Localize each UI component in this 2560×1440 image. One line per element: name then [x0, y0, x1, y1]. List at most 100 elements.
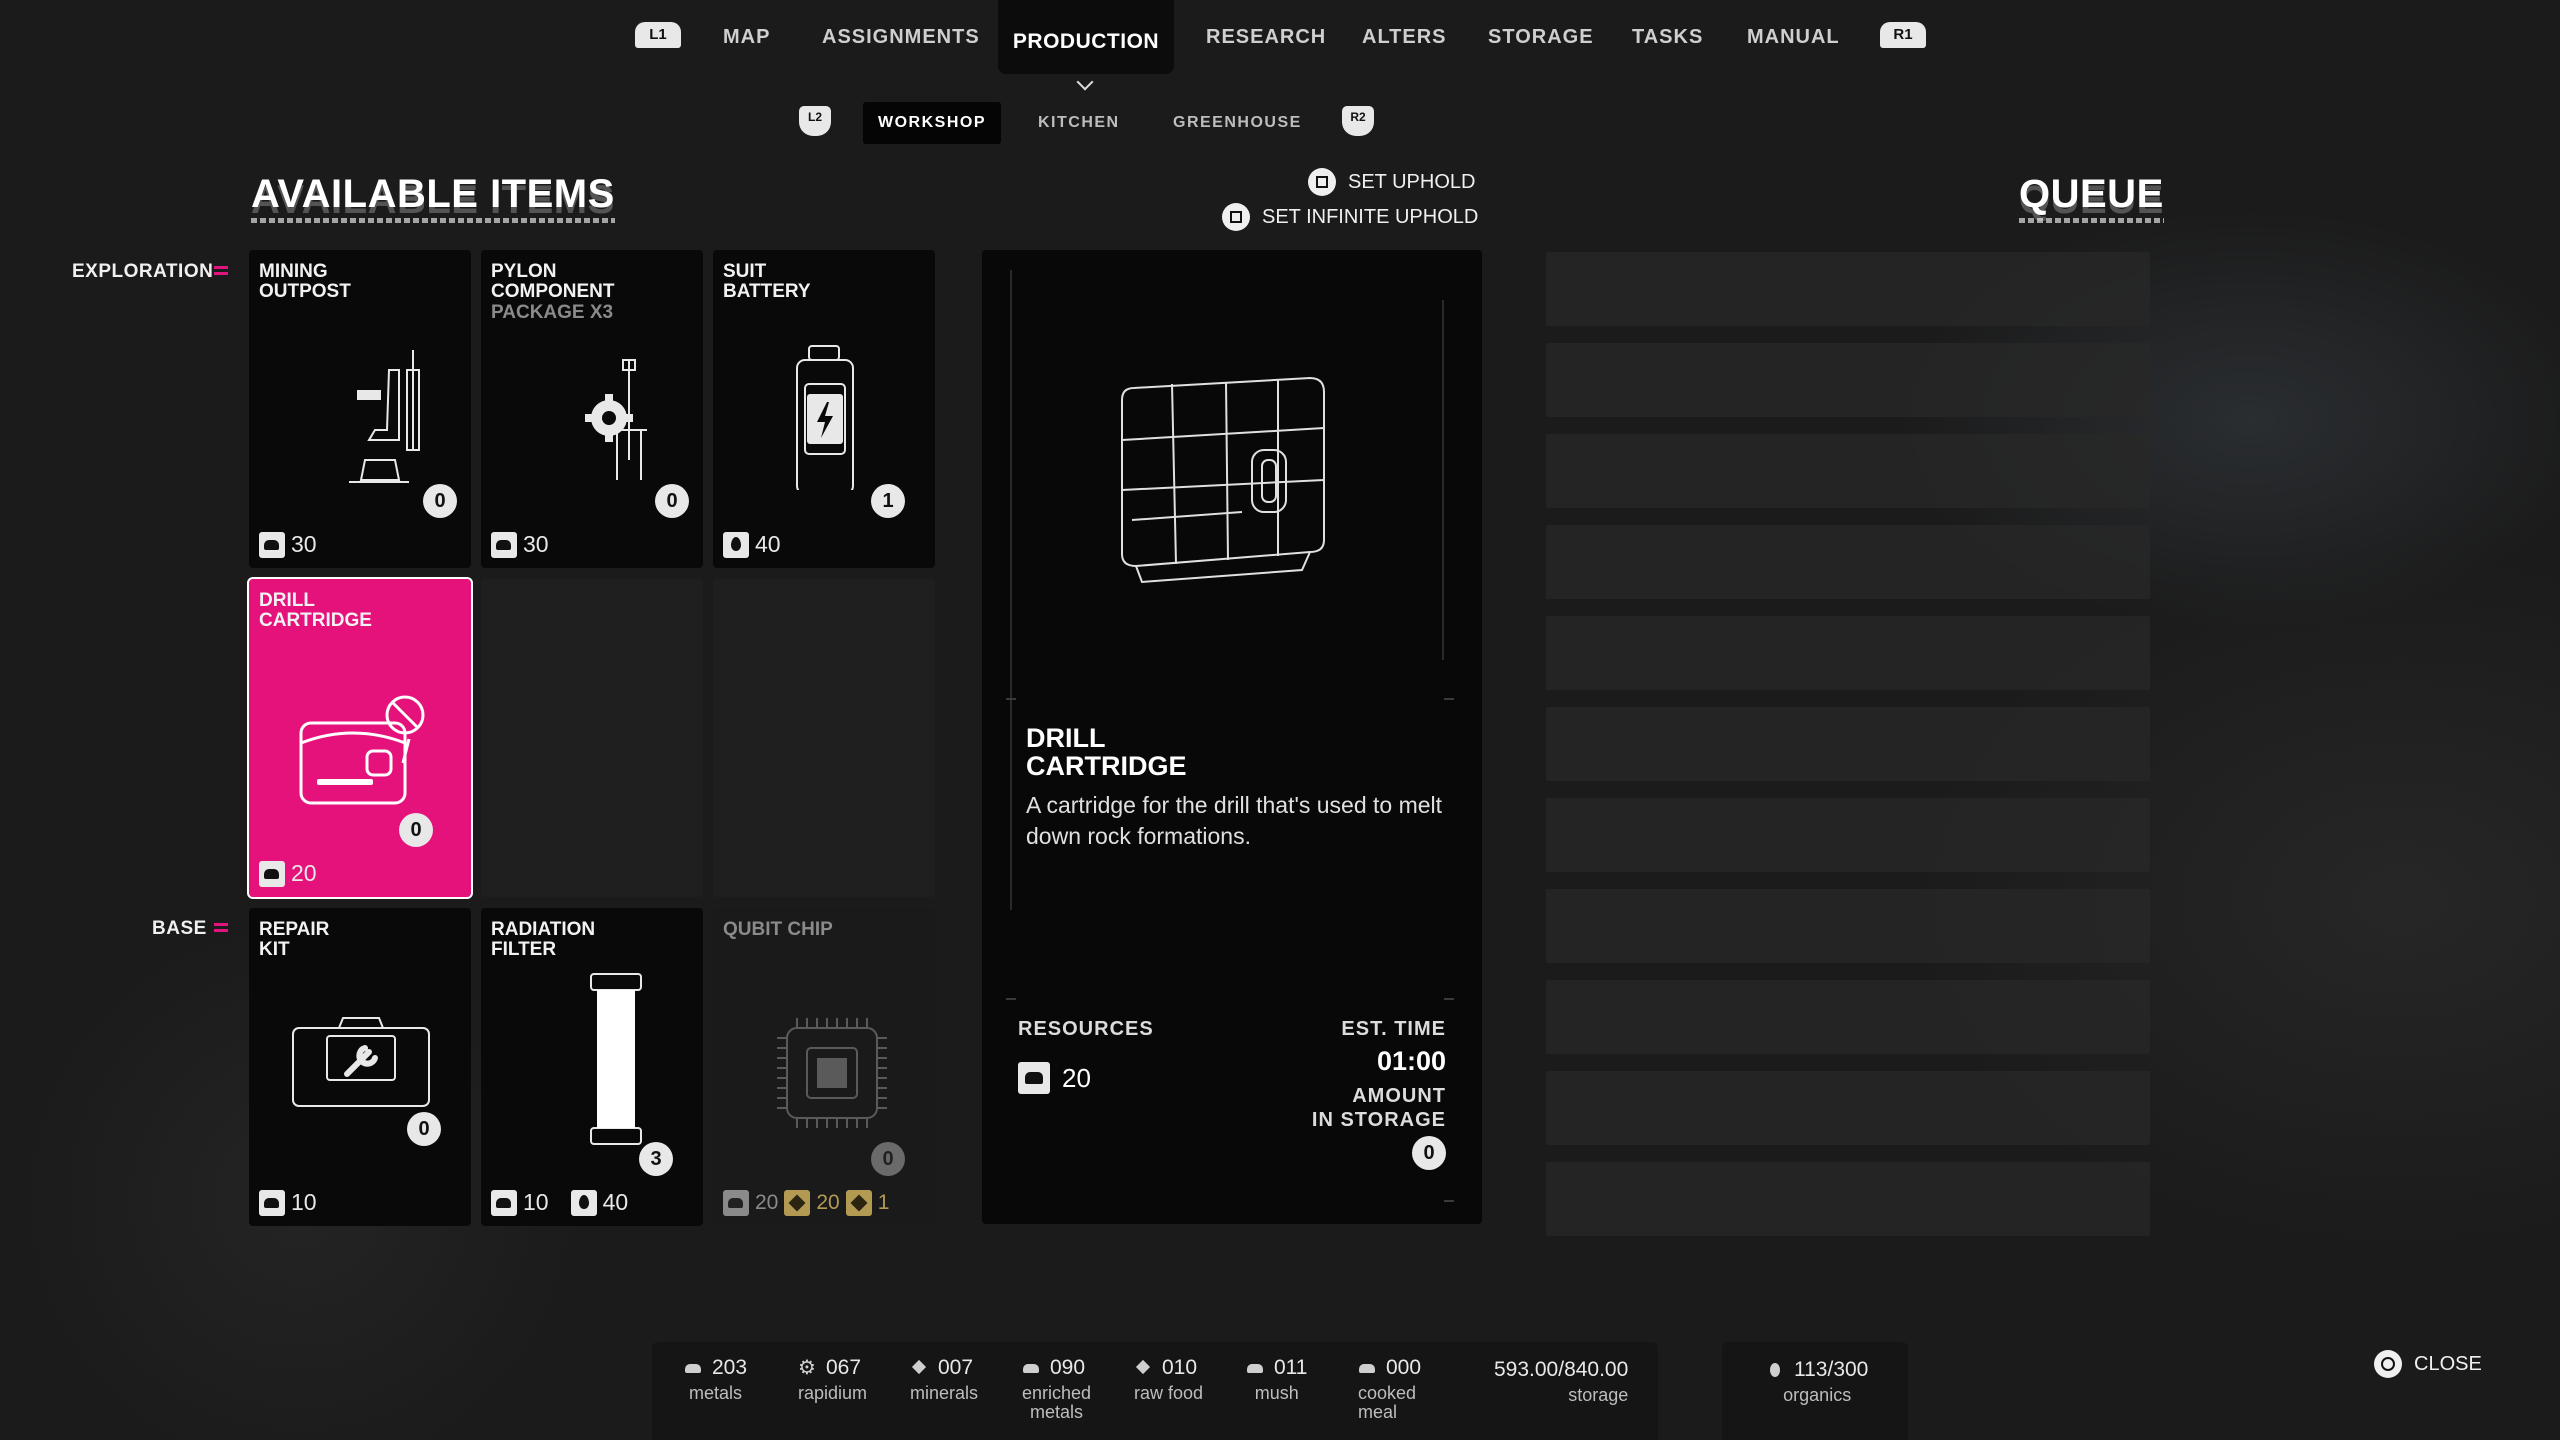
set-uphold-hint[interactable]: SET UPHOLD	[1308, 168, 1475, 196]
cost-value: 40	[755, 531, 781, 557]
item-card-qubit-chip[interactable]: QUBIT CHIP 0 20 20 1	[713, 908, 935, 1226]
frame-decoration	[1444, 998, 1454, 1000]
resource-value: 090	[1050, 1356, 1086, 1379]
resource-storage: 593.00/840.00 storage	[1494, 1358, 1628, 1405]
nav-tab-alters[interactable]: ALTERS	[1362, 26, 1447, 49]
r1-button-icon[interactable]: R1	[1880, 22, 1926, 48]
cost-value: 1	[877, 1191, 890, 1214]
item-count-badge: 0	[655, 484, 689, 518]
set-infinite-uphold-label: SET INFINITE UPHOLD	[1262, 205, 1479, 228]
item-count-badge: 3	[639, 1142, 673, 1176]
queue-slot[interactable]	[1546, 525, 2150, 599]
resource-raw-food: 010 raw food	[1134, 1356, 1203, 1403]
close-label: CLOSE	[2414, 1352, 2482, 1375]
nav-tab-map[interactable]: MAP	[723, 26, 770, 49]
category-exploration: EXPLORATION	[72, 261, 214, 282]
top-navigation: L1 MAP ASSIGNMENTS PRODUCTION RESEARCH A…	[0, 0, 2560, 91]
cost-value: 10	[523, 1189, 549, 1215]
item-card-drill-cartridge[interactable]: DRILL CARTRIDGE 0 20	[247, 577, 473, 899]
resource-label: rapidium	[798, 1383, 868, 1403]
item-cost: 20	[259, 860, 317, 887]
metal-icon	[1018, 1062, 1050, 1094]
storage-value: 593.00/840.00	[1494, 1358, 1629, 1381]
qubit-chip-icon	[777, 1018, 887, 1128]
nav-tab-tasks[interactable]: TASKS	[1632, 26, 1703, 49]
nav-tab-manual[interactable]: MANUAL	[1747, 26, 1840, 49]
queue-slot[interactable]	[1546, 1071, 2150, 1145]
queue-slot[interactable]	[1546, 889, 2150, 963]
resource-cooked-meal: 000 cooked meal	[1358, 1356, 1421, 1422]
resource-mush: 011 mush	[1246, 1356, 1307, 1403]
metal-icon	[491, 1189, 517, 1216]
queue-slot[interactable]	[1546, 434, 2150, 508]
frame-decoration	[1006, 698, 1016, 700]
square-button-icon	[1308, 168, 1336, 196]
l1-button-icon[interactable]: L1	[635, 22, 681, 48]
pylon-component-icon	[585, 359, 647, 480]
resource-value: 067	[826, 1356, 862, 1379]
subtab-workshop[interactable]: WORKSHOP	[863, 102, 1001, 144]
queue-slot[interactable]	[1546, 616, 2150, 690]
metal-icon	[259, 860, 285, 887]
card-title: REPAIR KIT	[259, 919, 330, 960]
queue-slot[interactable]	[1546, 980, 2150, 1054]
enriched-metal-icon	[1022, 1359, 1040, 1377]
category-marker-icon	[214, 266, 228, 275]
cost-value: 20	[291, 860, 317, 886]
queue-slot[interactable]	[1546, 707, 2150, 781]
queue-slot[interactable]	[1546, 343, 2150, 417]
subtab-kitchen[interactable]: KITCHEN	[1038, 114, 1120, 132]
item-card-suit-battery[interactable]: SUIT BATTERY 1 40	[713, 250, 935, 568]
set-uphold-label: SET UPHOLD	[1348, 170, 1476, 193]
metal-icon	[259, 531, 285, 558]
nav-tab-production[interactable]: PRODUCTION	[998, 0, 1174, 74]
queue-slot[interactable]	[1546, 1162, 2150, 1236]
available-items-heading: AVAILABLE ITEMS	[251, 172, 615, 223]
carrot-icon	[1134, 1359, 1152, 1377]
organics-label: organics	[1783, 1385, 1852, 1405]
resource-bar: 203 metals 067 rapidium 007 minerals 090…	[652, 1342, 1658, 1440]
nav-tab-production-label: PRODUCTION	[1012, 30, 1160, 53]
est-time-value: 01:00	[1376, 1046, 1446, 1076]
resource-value: 000	[1386, 1356, 1422, 1379]
amount-in-storage-label: AMOUNT IN STORAGE	[1311, 1085, 1446, 1131]
item-card-pylon-component[interactable]: PYLON COMPONENT PACKAGE X3 0 30	[481, 250, 703, 568]
item-cost: 40	[723, 531, 781, 558]
item-card-repair-kit[interactable]: REPAIR KIT 0 10	[249, 908, 471, 1226]
radiation-filter-icon	[590, 973, 642, 1145]
cost-value: 30	[291, 531, 317, 557]
item-card-mining-outpost[interactable]: MINING OUTPOST 0 30	[249, 250, 471, 568]
frame-decoration	[1010, 270, 1012, 910]
metal-icon	[723, 1190, 749, 1216]
l2-trigger-icon[interactable]: L2	[799, 106, 831, 136]
category-marker-icon	[214, 923, 228, 932]
card-title: QUBIT CHIP	[723, 919, 833, 940]
item-count-badge: 0	[407, 1112, 441, 1146]
cost-value: 40	[602, 1189, 629, 1215]
nav-tab-research[interactable]: RESEARCH	[1206, 26, 1326, 49]
nav-tab-storage[interactable]: STORAGE	[1488, 26, 1594, 49]
queue-slot[interactable]	[1546, 252, 2150, 326]
drill-cartridge-icon	[299, 695, 425, 805]
active-tab-caret-icon	[1076, 73, 1094, 91]
close-button[interactable]: CLOSE	[2374, 1350, 2482, 1378]
minerals-icon	[784, 1190, 811, 1216]
mining-outpost-icon	[349, 350, 420, 483]
metal-icon	[684, 1359, 702, 1377]
r2-trigger-icon[interactable]: R2	[1342, 106, 1374, 136]
nav-tab-assignments[interactable]: ASSIGNMENTS	[822, 26, 980, 49]
organics-icon	[570, 1189, 597, 1216]
item-cost: 10 40	[491, 1189, 628, 1216]
queue-slot[interactable]	[1546, 798, 2150, 872]
cost-value: 10	[291, 1189, 317, 1215]
item-card-radiation-filter[interactable]: RADIATION FILTER 3 10 40	[481, 908, 703, 1226]
item-cost: 30	[491, 531, 549, 558]
card-title: SUIT BATTERY	[723, 261, 811, 302]
gear-icon	[798, 1355, 816, 1379]
est-time-label: EST. TIME	[1341, 1018, 1446, 1040]
amount-in-storage-badge: 0	[1412, 1136, 1446, 1170]
set-infinite-uphold-hint[interactable]: SET INFINITE UPHOLD	[1222, 203, 1478, 231]
subtab-greenhouse[interactable]: GREENHOUSE	[1173, 114, 1302, 132]
item-cost: 10	[259, 1189, 317, 1216]
resource-label: cooked meal	[1358, 1383, 1417, 1422]
